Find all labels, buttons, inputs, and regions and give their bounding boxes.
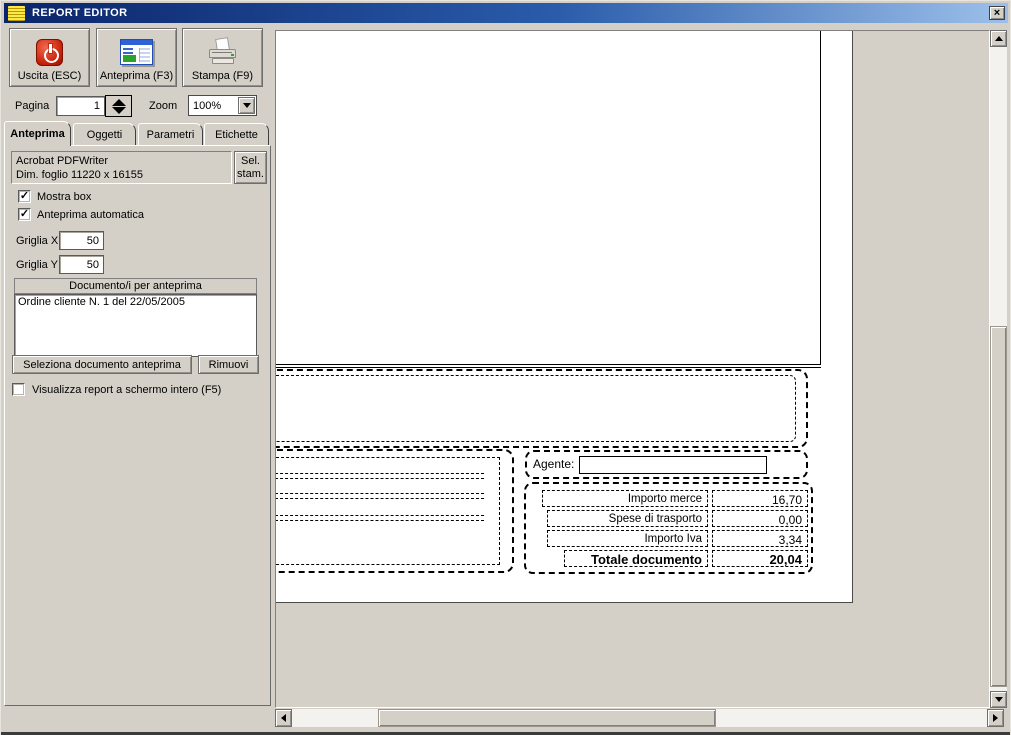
report-band-solid-box xyxy=(276,31,821,365)
remove-document-label: Rimuovi xyxy=(208,358,249,371)
total-value: 16,70 xyxy=(712,490,808,507)
exit-button-label: Uscita (ESC) xyxy=(17,70,82,82)
arrow-right-icon xyxy=(993,714,998,722)
tab-parametri[interactable]: Parametri xyxy=(138,123,203,145)
scroll-up-button[interactable] xyxy=(990,30,1007,47)
agente-label: Agente: xyxy=(533,457,575,471)
fullscreen-label: Visualizza report a schermo intero (F5) xyxy=(32,384,222,396)
fullscreen-checkbox[interactable] xyxy=(12,383,25,396)
arrow-down-icon xyxy=(994,697,1003,702)
tab-oggetti[interactable]: Oggetti xyxy=(73,123,136,145)
arrow-up-icon xyxy=(994,36,1003,41)
close-button[interactable]: × xyxy=(989,6,1005,20)
totals-row: Totale documento 20,04 xyxy=(526,550,811,567)
griglia-y-label: Griglia Y xyxy=(16,259,58,271)
totals-box: Importo merce 16,70 Spese di trasporto 0… xyxy=(524,482,813,574)
printer-sheet-size: Dim. foglio 11220 x 16155 xyxy=(16,169,143,181)
select-document-button[interactable]: Seleziona documento anteprima xyxy=(12,355,192,374)
page-label: Pagina xyxy=(15,100,50,112)
tab-anteprima[interactable]: Anteprima xyxy=(4,121,71,146)
report-band-divider xyxy=(276,367,821,368)
page-spinner[interactable] xyxy=(105,95,132,117)
zoom-dropdown-button[interactable] xyxy=(238,97,255,114)
horizontal-scrollbar[interactable] xyxy=(275,709,1004,727)
tab-anteprima-label: Anteprima xyxy=(10,128,65,140)
totals-row: Importo merce 16,70 xyxy=(526,490,811,507)
total-label: Spese di trasporto xyxy=(547,510,708,527)
griglia-x-input[interactable] xyxy=(59,231,104,250)
anteprima-automatica-label: Anteprima automatica xyxy=(37,209,144,221)
page-number-input[interactable] xyxy=(56,96,105,116)
document-listbox[interactable]: Ordine cliente N. 1 del 22/05/2005 xyxy=(14,294,257,357)
totals-row: Importo Iva 3,34 xyxy=(526,530,811,547)
select-printer-label-1: Sel. xyxy=(241,154,260,167)
totals-row: Spese di trasporto 0,00 xyxy=(526,510,811,527)
preview-viewport[interactable]: Agente: Importo merce 16,70 Spese di tra… xyxy=(275,30,990,708)
report-page: Agente: Importo merce 16,70 Spese di tra… xyxy=(276,31,853,603)
tab-oggetti-label: Oggetti xyxy=(86,128,123,141)
window-title: REPORT EDITOR xyxy=(32,7,128,19)
select-document-label: Seleziona documento anteprima xyxy=(23,358,181,371)
title-bar[interactable]: REPORT EDITOR × xyxy=(4,3,1008,23)
list-item[interactable]: Ordine cliente N. 1 del 22/05/2005 xyxy=(18,296,253,308)
document-list-header: Documento/i per anteprima xyxy=(14,278,257,294)
anteprima-tab-panel: Acrobat PDFWriter Dim. foglio 11220 x 16… xyxy=(4,145,271,706)
total-label: Totale documento xyxy=(564,550,708,567)
preview-button-label: Anteprima (F3) xyxy=(99,70,174,82)
app-icon xyxy=(8,5,25,21)
print-button[interactable]: Stampa (F9) xyxy=(182,28,263,87)
agente-box: Agente: xyxy=(525,450,808,479)
scroll-left-button[interactable] xyxy=(275,709,292,727)
arrow-left-icon xyxy=(281,714,286,722)
zoom-value: 100% xyxy=(193,99,222,112)
report-editor-window: REPORT EDITOR × Uscita (ESC) Anteprima (… xyxy=(0,0,1011,735)
zoom-combobox[interactable]: 100% xyxy=(188,95,257,116)
printer-info-box: Acrobat PDFWriter Dim. foglio 11220 x 16… xyxy=(11,151,232,184)
total-label: Importo merce xyxy=(542,490,708,507)
chevron-down-icon xyxy=(242,103,251,108)
griglia-x-label: Griglia X xyxy=(16,235,59,247)
vertical-scrollbar-thumb[interactable] xyxy=(990,326,1007,687)
printer-name: Acrobat PDFWriter xyxy=(16,155,109,167)
tab-etichette-label: Etichette xyxy=(215,128,258,141)
spinner-up-icon[interactable] xyxy=(111,98,126,106)
select-printer-label-2: stam. xyxy=(237,167,264,180)
tab-etichette[interactable]: Etichette xyxy=(204,123,269,145)
scroll-right-button[interactable] xyxy=(987,709,1004,727)
select-printer-button[interactable]: Sel. stam. xyxy=(234,151,267,184)
total-label: Importo Iva xyxy=(547,530,708,547)
remove-document-button[interactable]: Rimuovi xyxy=(198,355,259,374)
mostra-box-checkbox[interactable]: ✓ xyxy=(18,190,31,203)
total-value: 3,34 xyxy=(712,530,808,547)
printer-icon xyxy=(207,37,239,66)
check-icon: ✓ xyxy=(19,190,30,202)
spinner-down-icon[interactable] xyxy=(111,106,126,114)
anteprima-automatica-checkbox[interactable]: ✓ xyxy=(18,208,31,221)
power-icon xyxy=(36,38,63,66)
griglia-y-input[interactable] xyxy=(59,255,104,274)
total-value: 0,00 xyxy=(712,510,808,527)
scroll-down-button[interactable] xyxy=(990,691,1007,708)
total-value: 20,04 xyxy=(712,550,808,567)
mostra-box-label: Mostra box xyxy=(37,191,92,203)
check-icon: ✓ xyxy=(19,208,30,220)
report-summary-left-box xyxy=(276,449,514,573)
zoom-label: Zoom xyxy=(149,100,178,112)
preview-button[interactable]: Anteprima (F3) xyxy=(96,28,177,87)
report-preview-icon xyxy=(120,39,153,65)
vertical-scrollbar[interactable] xyxy=(990,30,1007,708)
report-notes-box xyxy=(276,369,808,448)
report-preview-area: Agente: Importo merce 16,70 Spese di tra… xyxy=(274,30,1008,728)
horizontal-scrollbar-thumb[interactable] xyxy=(378,709,716,727)
print-button-label: Stampa (F9) xyxy=(191,70,254,82)
agente-field xyxy=(579,456,767,474)
tab-parametri-label: Parametri xyxy=(146,128,195,141)
exit-button[interactable]: Uscita (ESC) xyxy=(9,28,90,87)
